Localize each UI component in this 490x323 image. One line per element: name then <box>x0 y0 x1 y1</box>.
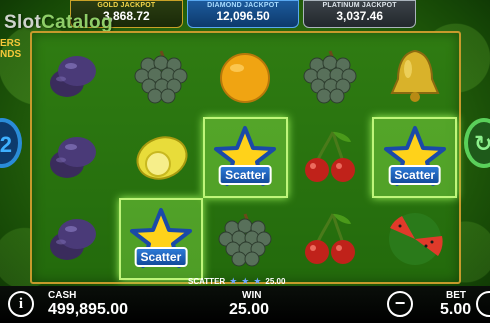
diamond-jackpot-title: DIAMOND JACKPOT <box>207 2 279 9</box>
info-button[interactable]: i <box>8 291 34 317</box>
reel-cell <box>372 198 457 280</box>
reel-cell <box>34 35 119 117</box>
cherries-symbol-icon <box>305 213 356 265</box>
watermark-tag: Catalog <box>41 12 113 33</box>
scatter-label: Scatter <box>134 247 188 268</box>
diamond-jackpot-value: 12,096.50 <box>216 9 270 23</box>
reel-cell <box>203 35 288 117</box>
plum-symbol-icon <box>50 219 97 261</box>
reel-grid: Scatter Scatter Scatter <box>34 35 457 280</box>
bet-label: BET <box>446 290 466 301</box>
spin-button[interactable]: ↻ <box>464 118 490 168</box>
reel-cell <box>119 117 204 199</box>
win-value: 25.00 <box>229 301 270 318</box>
reel-cell <box>34 198 119 280</box>
cash-label: CASH <box>48 290 77 301</box>
game-logo-line2: NDS <box>0 49 22 60</box>
game-logo-fragment: ERS NDS <box>0 38 26 60</box>
reel-cell: Scatter <box>203 116 288 199</box>
platinum-jackpot: PLATINUM JACKPOT 3,037.46 <box>303 0 417 28</box>
win-label: WIN <box>242 290 262 301</box>
grapes-symbol-icon <box>218 213 272 267</box>
game-stage: GOLD JACKPOT 3,868.72 DIAMOND JACKPOT 12… <box>0 0 490 323</box>
reel-cell <box>288 117 373 199</box>
reel-cell: Scatter <box>118 198 204 280</box>
grapes-symbol-icon <box>134 50 188 104</box>
reel-cell <box>119 35 204 117</box>
grapes-symbol-icon <box>303 50 357 104</box>
decrease-bet-button[interactable]: − <box>387 291 413 317</box>
plum-symbol-icon <box>50 55 97 97</box>
plum-symbol-icon <box>50 137 97 179</box>
orange-symbol-icon <box>220 52 271 103</box>
reel-cell <box>34 117 119 199</box>
scatter-label: Scatter <box>219 165 272 186</box>
platinum-jackpot-value: 3,037.46 <box>336 9 384 23</box>
reel-cell <box>203 198 288 280</box>
scatter-label: Scatter <box>388 165 442 186</box>
bottom-bar: i CASH 499,895.00 WIN 25.00 − BET 5.00 <box>0 286 490 323</box>
jackpot-bar: GOLD JACKPOT 3,868.72 DIAMOND JACKPOT 12… <box>70 0 417 30</box>
platinum-jackpot-title: PLATINUM JACKPOT <box>322 2 397 9</box>
bell-symbol-icon <box>390 49 440 102</box>
cherries-symbol-icon <box>305 131 356 183</box>
cash-value: 499,895.00 <box>48 301 129 318</box>
spin-icon: ↻ <box>474 131 490 156</box>
lemon-symbol-icon <box>136 136 188 181</box>
paylines-count: 2 <box>0 132 12 157</box>
watermelon-symbol-icon <box>388 213 443 266</box>
gold-jackpot-title: GOLD JACKPOT <box>97 2 156 9</box>
reels-frame: Scatter Scatter Scatter <box>30 31 461 284</box>
reel-cell <box>288 35 373 117</box>
diamond-jackpot: DIAMOND JACKPOT 12,096.50 <box>186 0 300 28</box>
reel-cell: Scatter <box>372 116 457 199</box>
increase-bet-button[interactable] <box>476 291 490 317</box>
reel-cell <box>288 198 373 280</box>
reel-cell <box>372 35 457 117</box>
game-logo-line1: ERS <box>0 38 21 49</box>
paylines-button[interactable]: 2 <box>0 118 22 168</box>
win-line-amount: 25.00 <box>265 277 286 286</box>
win-line-symbol: SCATTER <box>188 277 226 286</box>
watermark-brand: Slot <box>4 12 42 33</box>
bet-value: 5.00 <box>440 301 472 318</box>
